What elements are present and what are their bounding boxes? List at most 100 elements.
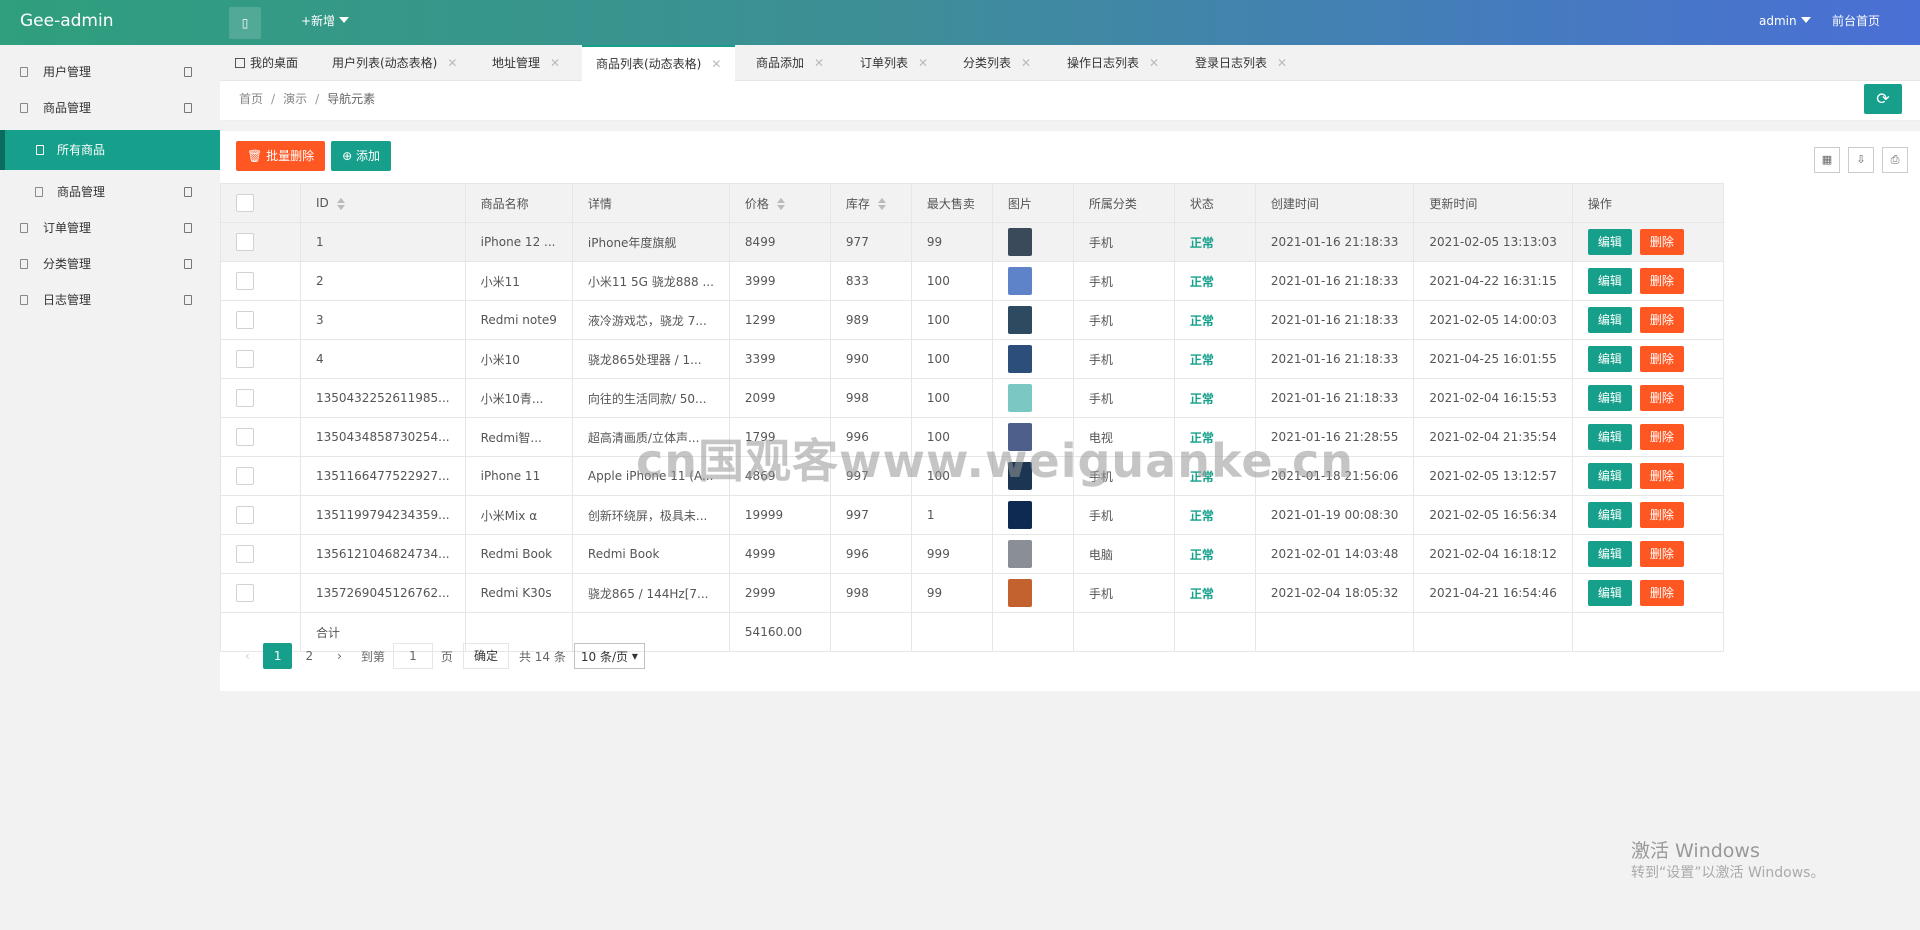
edit-button[interactable]: 编辑 bbox=[1587, 385, 1632, 411]
sidebar-item-all-products[interactable]: 所有商品 bbox=[0, 130, 220, 170]
breadcrumb-demo[interactable]: 演示 bbox=[283, 92, 307, 106]
total-empty-cell bbox=[991, 612, 1074, 652]
breadcrumb-home[interactable]: 首页 bbox=[239, 92, 263, 106]
edit-button[interactable]: 编辑 bbox=[1587, 502, 1632, 528]
delete-button[interactable]: 删除 bbox=[1639, 463, 1684, 489]
edit-button[interactable]: 编辑 bbox=[1587, 346, 1632, 372]
page-button[interactable]: 2 bbox=[294, 643, 324, 669]
product-thumbnail[interactable] bbox=[1007, 267, 1032, 295]
product-thumbnail[interactable] bbox=[1007, 540, 1032, 568]
column-header[interactable]: 价格 bbox=[728, 183, 831, 223]
edit-button[interactable]: 编辑 bbox=[1587, 424, 1632, 450]
column-header[interactable]: ID bbox=[300, 183, 466, 223]
tab-user-list[interactable]: 用户列表(动态表格) ✕ bbox=[332, 45, 457, 81]
total-empty-cell bbox=[1254, 612, 1415, 652]
close-icon[interactable]: ✕ bbox=[1021, 56, 1031, 70]
close-icon[interactable]: ✕ bbox=[918, 56, 928, 70]
goto-confirm-button[interactable]: 确定 bbox=[462, 643, 509, 669]
edit-button[interactable]: 编辑 bbox=[1587, 229, 1632, 255]
delete-button[interactable]: 删除 bbox=[1639, 307, 1684, 333]
close-icon[interactable]: ✕ bbox=[447, 56, 457, 70]
row-checkbox[interactable] bbox=[236, 389, 254, 407]
edit-button[interactable]: 编辑 bbox=[1587, 307, 1632, 333]
product-thumbnail[interactable] bbox=[1007, 384, 1032, 412]
new-menu-button[interactable]: +新增 bbox=[301, 0, 350, 43]
close-icon[interactable]: ✕ bbox=[550, 56, 560, 70]
cell-image bbox=[991, 222, 1074, 262]
status-badge: 正常 bbox=[1189, 547, 1214, 562]
delete-button[interactable]: 删除 bbox=[1639, 346, 1684, 372]
refresh-button[interactable]: ⟳ bbox=[1864, 84, 1902, 114]
delete-button[interactable]: 删除 bbox=[1639, 502, 1684, 528]
status-badge: 正常 bbox=[1189, 586, 1214, 601]
product-thumbnail[interactable] bbox=[1007, 306, 1032, 334]
cell-stock: 977 bbox=[829, 222, 912, 262]
tab-orders[interactable]: 订单列表 ✕ bbox=[860, 45, 928, 81]
edit-button[interactable]: 编辑 bbox=[1587, 268, 1632, 294]
delete-button[interactable]: 删除 bbox=[1639, 229, 1684, 255]
prev-page-button[interactable]: ‹ bbox=[234, 643, 261, 669]
cell-status: 正常 bbox=[1173, 534, 1256, 574]
row-checkbox[interactable] bbox=[236, 311, 254, 329]
tab-categories[interactable]: 分类列表 ✕ bbox=[963, 45, 1031, 81]
next-page-button[interactable]: › bbox=[326, 643, 353, 669]
tab-product-add[interactable]: 商品添加 ✕ bbox=[756, 45, 824, 81]
delete-button[interactable]: 删除 bbox=[1639, 541, 1684, 567]
add-button[interactable]: ⊕ 添加 bbox=[331, 141, 391, 171]
row-checkbox[interactable] bbox=[236, 272, 254, 290]
delete-button[interactable]: 删除 bbox=[1639, 580, 1684, 606]
close-icon[interactable]: ✕ bbox=[711, 57, 721, 71]
row-checkbox[interactable] bbox=[236, 467, 254, 485]
cell-max: 100 bbox=[910, 261, 993, 301]
sidebar-item-users[interactable]: 用户管理 bbox=[0, 54, 220, 90]
product-thumbnail[interactable] bbox=[1007, 501, 1032, 529]
delete-button[interactable]: 删除 bbox=[1639, 268, 1684, 294]
tab-desktop[interactable]: 我的桌面 bbox=[235, 45, 298, 81]
app-logo[interactable]: Gee-admin bbox=[20, 0, 114, 45]
product-thumbnail[interactable] bbox=[1007, 345, 1032, 373]
goto-page-input[interactable]: 1 bbox=[392, 643, 433, 669]
export-icon[interactable]: ⇩ bbox=[1848, 147, 1874, 173]
page-button[interactable]: 1 bbox=[262, 643, 293, 669]
print-icon[interactable]: ⎙ bbox=[1882, 147, 1908, 173]
sidebar-item-categories[interactable]: 分类管理 bbox=[0, 246, 220, 282]
cell-created: 2021-01-16 21:18:33 bbox=[1254, 339, 1415, 379]
sidebar-item-logs[interactable]: 日志管理 bbox=[0, 282, 220, 318]
sidebar-item-products[interactable]: 商品管理 bbox=[0, 90, 220, 126]
close-icon[interactable]: ✕ bbox=[1149, 56, 1159, 70]
row-checkbox[interactable] bbox=[236, 545, 254, 563]
row-checkbox[interactable] bbox=[236, 233, 254, 251]
user-menu[interactable]: admin bbox=[1759, 0, 1811, 43]
product-thumbnail[interactable] bbox=[1007, 228, 1032, 256]
columns-filter-icon[interactable]: ▦ bbox=[1814, 147, 1840, 173]
delete-button[interactable]: 删除 bbox=[1639, 424, 1684, 450]
edit-button[interactable]: 编辑 bbox=[1587, 541, 1632, 567]
sidebar-item-orders[interactable]: 订单管理 bbox=[0, 210, 220, 246]
tab-product-list[interactable]: 商品列表(动态表格) ✕ bbox=[582, 45, 736, 82]
batch-delete-button[interactable]: 🗑 批量删除 bbox=[236, 141, 326, 171]
cell-updated: 2021-02-05 13:12:57 bbox=[1413, 456, 1573, 496]
tab-address[interactable]: 地址管理 ✕ bbox=[492, 45, 560, 81]
edit-button[interactable]: 编辑 bbox=[1587, 580, 1632, 606]
edit-button[interactable]: 编辑 bbox=[1587, 463, 1632, 489]
select-all-checkbox[interactable] bbox=[236, 194, 254, 212]
tab-operation-log[interactable]: 操作日志列表 ✕ bbox=[1067, 45, 1159, 81]
row-checkbox[interactable] bbox=[236, 350, 254, 368]
row-checkbox[interactable] bbox=[236, 584, 254, 602]
page-size-select[interactable]: 10 条/页 ▾ bbox=[573, 643, 645, 669]
row-checkbox[interactable] bbox=[236, 506, 254, 524]
delete-button[interactable]: 删除 bbox=[1639, 385, 1684, 411]
sidebar-toggle-button[interactable]: ▯ bbox=[229, 7, 261, 39]
close-icon[interactable]: ✕ bbox=[1277, 56, 1287, 70]
table-row: 1351199794234359... 小米Mix α 创新环绕屏，极具未... 19… bbox=[220, 495, 1724, 535]
product-thumbnail[interactable] bbox=[1007, 579, 1032, 607]
cell-id: 1351166477522927... bbox=[300, 456, 466, 496]
new-menu-label: +新增 bbox=[301, 14, 336, 28]
cell-detail: 液冷游戏芯，骁龙 7... bbox=[571, 300, 730, 340]
row-checkbox[interactable] bbox=[236, 428, 254, 446]
tab-login-log[interactable]: 登录日志列表 ✕ bbox=[1195, 45, 1287, 81]
close-icon[interactable]: ✕ bbox=[814, 56, 824, 70]
column-header[interactable]: 库存 bbox=[829, 183, 912, 223]
frontend-home-link[interactable]: 前台首页 bbox=[1832, 0, 1880, 43]
sidebar-item-product-manage[interactable]: 商品管理 bbox=[0, 174, 220, 210]
